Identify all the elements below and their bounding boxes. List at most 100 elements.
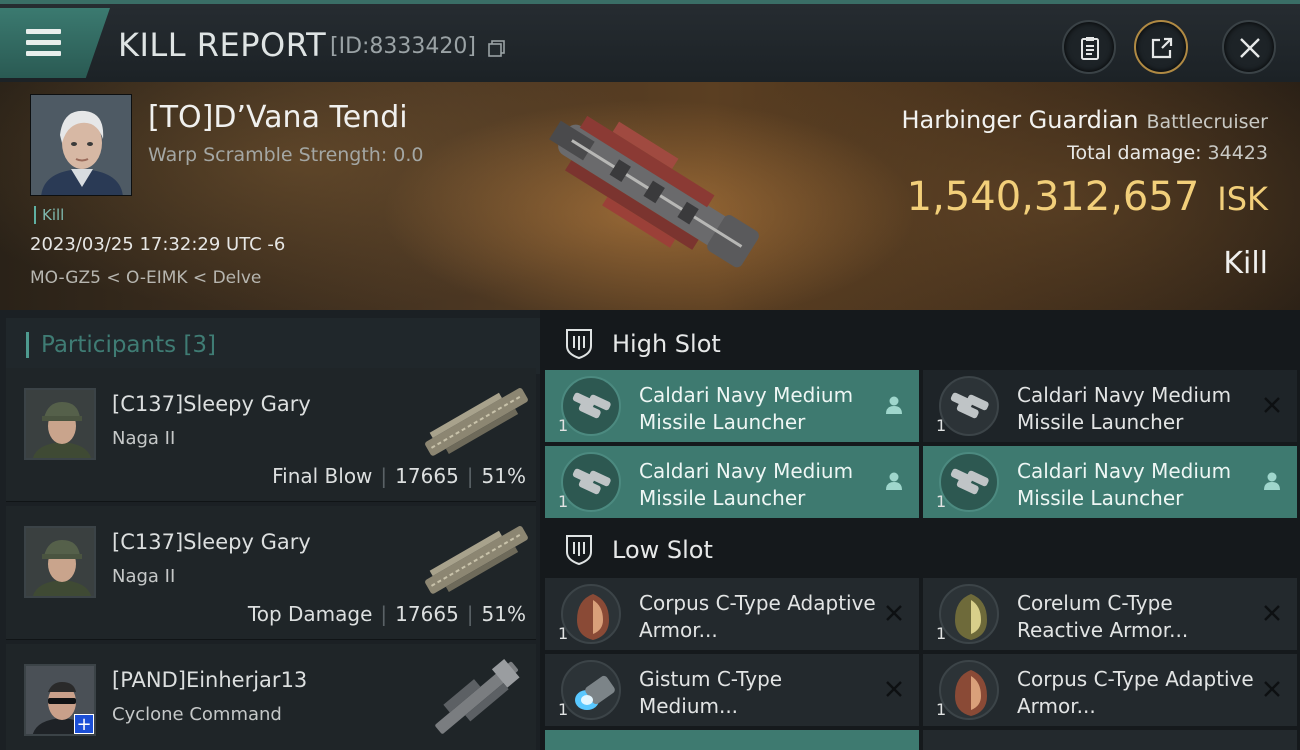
missile-launcher-icon xyxy=(561,376,621,436)
isk-value: 1,540,312,657 ISK xyxy=(907,174,1268,220)
participant-role: Top Damage xyxy=(247,602,373,626)
high-slot-header: High Slot xyxy=(544,314,1300,372)
close-icon[interactable] xyxy=(1261,394,1283,416)
high-slot-icon xyxy=(566,329,592,360)
module-quantity: 1 xyxy=(936,700,947,719)
armor-hardener-icon xyxy=(561,584,621,644)
share-button[interactable] xyxy=(1134,20,1188,74)
warp-scramble-strength: Warp Scramble Strength: 0.0 xyxy=(148,144,424,166)
close-icon[interactable] xyxy=(883,678,905,700)
close-button[interactable] xyxy=(1222,20,1276,74)
clipboard-icon xyxy=(1081,37,1099,60)
module-name: Caldari Navy Medium Missile Launcher xyxy=(1017,459,1232,510)
total-damage-label: Total damage: xyxy=(1067,142,1202,164)
missile-launcher-icon xyxy=(939,452,999,512)
module-name: Gistum C-Type Medium... xyxy=(639,667,783,718)
victim-name[interactable]: [TO]D’Vana Tendi xyxy=(148,100,408,135)
clipboard-button[interactable] xyxy=(1062,20,1116,74)
share-icon xyxy=(1151,37,1173,59)
module-item[interactable]: 1 Gistum C-Type Medium... xyxy=(545,654,919,726)
isk-amount: 1,540,312,657 xyxy=(906,174,1200,220)
participant-ship-image[interactable] xyxy=(416,376,536,466)
module-item[interactable]: 1 Corelum C-Type Reactive Armor... xyxy=(923,578,1297,650)
kill-datetime: 2023/03/25 17:32:29 UTC -6 xyxy=(30,234,286,255)
participant-stats: Top Damage | 17665 | 51% xyxy=(247,602,526,626)
participant-name[interactable]: [C137]Sleepy Gary xyxy=(112,530,311,554)
participant-role: Final Blow xyxy=(272,464,373,488)
participant-row[interactable]: [C137]Sleepy Gary Naga II Final Blow | 176… xyxy=(6,368,536,502)
participant-percent: 51% xyxy=(481,602,526,626)
plus-icon: + xyxy=(74,714,94,734)
energy-module-icon xyxy=(561,660,621,720)
isk-unit: ISK xyxy=(1217,180,1268,218)
participant-avatar[interactable] xyxy=(24,388,96,460)
victim-header: [TO]D’Vana Tendi Warp Scramble Strength:… xyxy=(0,82,1300,310)
participant-ship-image[interactable] xyxy=(416,514,536,604)
fitting-panel: High Slot 1 Caldari Navy Medium Missile … xyxy=(540,310,1300,750)
victim-ship[interactable]: Harbinger Guardian Battlecruiser xyxy=(901,106,1268,134)
module-name: Caldari Navy Medium Missile Launcher xyxy=(639,459,854,510)
participant-avatar[interactable]: + xyxy=(24,664,96,736)
victim-portrait[interactable] xyxy=(30,94,132,196)
participants-panel: Participants [3] [C137]Sleepy Gary Naga … xyxy=(0,310,540,750)
module-quantity: 1 xyxy=(558,416,569,435)
participant-stats: Final Blow | 17665 | 51% xyxy=(272,464,526,488)
close-icon xyxy=(1240,38,1260,58)
participant-damage: 17665 xyxy=(395,464,459,488)
participant-damage: 17665 xyxy=(395,602,459,626)
result-label: Kill xyxy=(1223,246,1268,281)
module-name: Corpus C-Type Adaptive Armor... xyxy=(1017,667,1254,718)
participant-row[interactable]: + [PAND]Einherjar13 Cyclone Command xyxy=(6,644,536,750)
participant-row[interactable]: [C137]Sleepy Gary Naga II Top Damage | 176… xyxy=(6,506,536,640)
module-item[interactable]: 1 Corpus C-Type Adaptive Armor... xyxy=(545,578,919,650)
module-quantity: 1 xyxy=(936,492,947,511)
module-item[interactable] xyxy=(923,730,1297,750)
user-icon[interactable] xyxy=(1261,470,1283,492)
module-item[interactable]: 1 Caldari Navy Medium Missile Launcher xyxy=(545,446,919,518)
hamburger-icon xyxy=(26,29,61,57)
armor-hardener-icon xyxy=(939,584,999,644)
high-slot-label: High Slot xyxy=(612,330,721,358)
close-icon[interactable] xyxy=(1261,602,1283,624)
participant-ship-image[interactable] xyxy=(416,652,536,742)
module-quantity: 1 xyxy=(936,416,947,435)
module-name: Caldari Navy Medium Missile Launcher xyxy=(1017,383,1232,434)
menu-button[interactable] xyxy=(0,8,110,78)
armor-hardener-icon xyxy=(939,660,999,720)
total-damage-value: 34423 xyxy=(1207,142,1268,164)
module-quantity: 1 xyxy=(558,700,569,719)
module-name: Corpus C-Type Adaptive Armor... xyxy=(639,591,876,642)
module-quantity: 1 xyxy=(558,624,569,643)
module-item[interactable]: 1 Caldari Navy Medium Missile Launcher xyxy=(545,370,919,442)
missile-launcher-icon xyxy=(939,376,999,436)
participants-title: Participants [3] xyxy=(26,332,216,358)
participant-name[interactable]: [PAND]Einherjar13 xyxy=(112,668,307,692)
kill-location[interactable]: MO-GZ5 < O-EIMK < Delve xyxy=(30,268,261,288)
module-name: Corelum C-Type Reactive Armor... xyxy=(1017,591,1189,642)
module-item[interactable]: 1 Caldari Navy Medium Missile Launcher xyxy=(923,446,1297,518)
module-quantity: 1 xyxy=(936,624,947,643)
module-item[interactable]: 1 Corpus C-Type Adaptive Armor... xyxy=(923,654,1297,726)
copy-icon[interactable] xyxy=(488,40,506,58)
module-quantity: 1 xyxy=(558,492,569,511)
low-slot-header: Low Slot xyxy=(544,520,1300,578)
close-icon[interactable] xyxy=(883,602,905,624)
ship-class: Battlecruiser xyxy=(1146,111,1268,133)
participant-ship: Cyclone Command xyxy=(112,704,282,725)
module-item[interactable] xyxy=(545,730,919,750)
participant-name[interactable]: [C137]Sleepy Gary xyxy=(112,392,311,416)
participant-ship: Naga II xyxy=(112,428,176,449)
low-slot-label: Low Slot xyxy=(612,536,713,564)
user-icon[interactable] xyxy=(883,470,905,492)
participant-ship: Naga II xyxy=(112,566,176,587)
total-damage: Total damage: 34423 xyxy=(1067,142,1268,164)
participant-avatar[interactable] xyxy=(24,526,96,598)
module-item[interactable]: 1 Caldari Navy Medium Missile Launcher xyxy=(923,370,1297,442)
missile-launcher-icon xyxy=(561,452,621,512)
close-icon[interactable] xyxy=(1261,678,1283,700)
victim-ship-image[interactable] xyxy=(528,90,778,295)
low-slot-icon xyxy=(566,535,592,566)
kill-tag: Kill xyxy=(34,206,64,224)
user-icon[interactable] xyxy=(883,394,905,416)
participants-header: Participants [3] xyxy=(6,318,540,374)
